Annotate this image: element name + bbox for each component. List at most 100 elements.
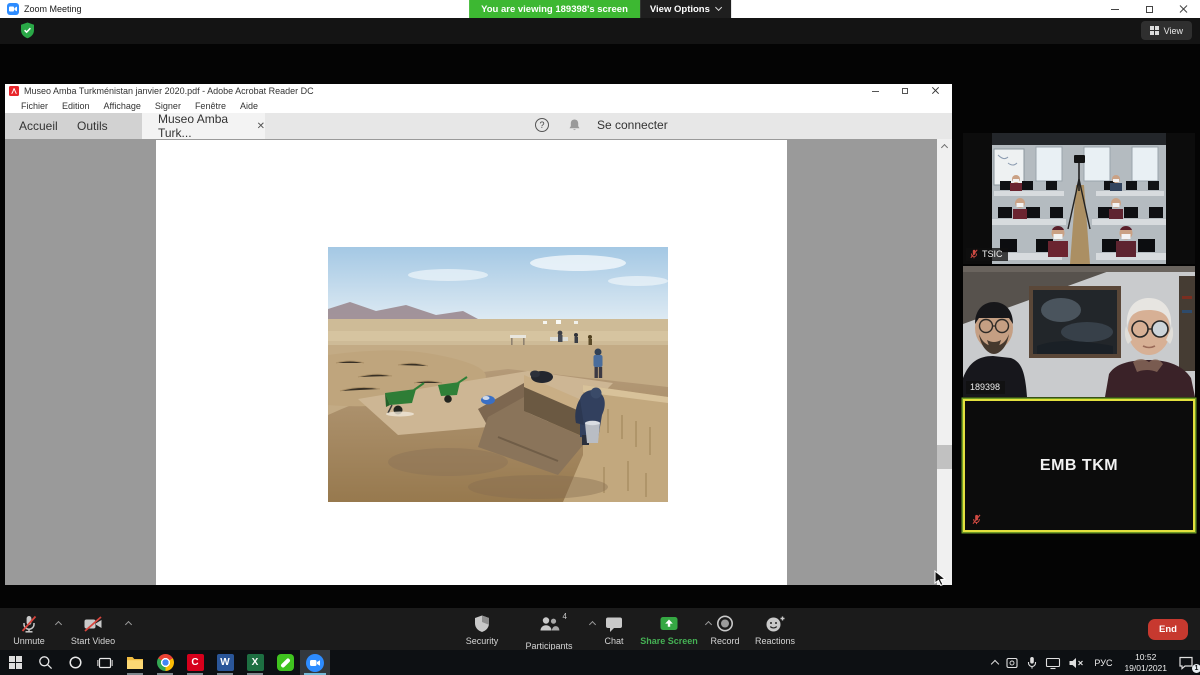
zoom-app-button[interactable]	[300, 650, 330, 675]
tray-date: 19/01/2021	[1124, 663, 1167, 673]
tab-accueil[interactable]: Accueil	[19, 113, 58, 139]
close-icon	[931, 87, 939, 95]
start-button[interactable]	[0, 650, 30, 675]
menu-edition[interactable]: Edition	[55, 101, 97, 111]
meeting-toolbar: Unmute Start Video Security 4 Participan	[0, 608, 1200, 650]
muted-badge	[968, 513, 986, 527]
webcam-video	[963, 266, 1195, 397]
acrobat-close-button[interactable]	[920, 84, 950, 98]
cortana-icon	[68, 655, 83, 670]
restore-icon	[1146, 6, 1153, 13]
word-button[interactable]: W	[210, 650, 240, 675]
chevron-down-icon	[715, 4, 722, 11]
start-video-button[interactable]: Start Video	[64, 613, 122, 646]
line-app-icon	[277, 654, 294, 671]
restore-button[interactable]	[1132, 0, 1166, 18]
c-app-icon: C	[187, 654, 204, 671]
search-button[interactable]	[30, 650, 60, 675]
chat-label: Chat	[604, 636, 623, 646]
tray-display-icon[interactable]	[1043, 650, 1063, 675]
view-options-button[interactable]: View Options	[640, 0, 731, 18]
sign-in-button[interactable]: Se connecter	[597, 118, 668, 132]
record-button[interactable]: Record	[704, 613, 746, 646]
zoom-window-titlebar: Zoom Meeting You are viewing 189398's sc…	[0, 0, 1200, 18]
viewing-screen-banner: You are viewing 189398's screen	[469, 0, 640, 18]
tray-app-icon[interactable]	[1003, 650, 1021, 675]
reactions-button[interactable]: Reactions	[750, 613, 800, 646]
mic-options-caret[interactable]	[55, 621, 62, 628]
tray-time: 10:52	[1135, 652, 1156, 662]
acrobat-titlebar: Museo Amba Turkménistan janvier 2020.pdf…	[5, 84, 952, 98]
notification-count-badge: 1	[1192, 664, 1200, 673]
video-options-caret[interactable]	[125, 621, 132, 628]
scroll-up-icon[interactable]	[940, 144, 947, 151]
help-icon[interactable]: ?	[535, 118, 549, 132]
document-pane[interactable]	[5, 139, 952, 585]
file-explorer-button[interactable]	[120, 650, 150, 675]
menu-fenetre[interactable]: Fenêtre	[188, 101, 233, 111]
excel-button[interactable]: X	[240, 650, 270, 675]
windows-taskbar: C W X РУС 10:52 19/01/2021	[0, 650, 1200, 675]
participants-count: 4	[563, 612, 567, 621]
tab-close-icon[interactable]: ✕	[257, 121, 265, 132]
scrollbar[interactable]	[937, 139, 952, 585]
cortana-button[interactable]	[60, 650, 90, 675]
close-button[interactable]	[1166, 0, 1200, 18]
minimize-button[interactable]	[1098, 0, 1132, 18]
record-label: Record	[710, 636, 739, 646]
clock[interactable]: 10:52 19/01/2021	[1120, 650, 1171, 675]
classroom-video	[992, 133, 1166, 264]
participants-button[interactable]: 4 Participants	[517, 613, 581, 651]
video-off-icon	[82, 613, 104, 635]
participants-icon	[537, 613, 561, 635]
chrome-button[interactable]	[150, 650, 180, 675]
reactions-label: Reactions	[755, 636, 795, 646]
muted-mic-icon	[970, 249, 978, 259]
hidden-icons-chevron[interactable]	[990, 650, 1000, 675]
participant-name-badge: TSIC	[966, 248, 1008, 261]
reactions-smiley-icon	[763, 613, 787, 635]
gallery-view-button[interactable]: View	[1141, 21, 1192, 40]
menu-aide[interactable]: Aide	[233, 101, 265, 111]
c-app-button[interactable]: C	[180, 650, 210, 675]
participant-name: EMB TKM	[1040, 457, 1118, 475]
participant-tile-emb-tkm-active-speaker[interactable]: EMB TKM	[963, 399, 1195, 532]
chat-button[interactable]: Chat	[596, 613, 632, 646]
action-center-button[interactable]: 1	[1174, 650, 1198, 675]
scrollbar-thumb[interactable]	[937, 445, 952, 469]
unmute-button[interactable]: Unmute	[6, 613, 52, 646]
search-icon	[38, 655, 53, 670]
acrobat-document-title: Museo Amba Turkménistan janvier 2020.pdf…	[24, 86, 314, 96]
tab-outils[interactable]: Outils	[77, 113, 108, 139]
participant-name: 189398	[970, 382, 1000, 392]
tray-mic-icon[interactable]	[1024, 650, 1040, 675]
participant-tile-189398[interactable]: 189398	[963, 266, 1195, 397]
menu-fichier[interactable]: Fichier	[14, 101, 55, 111]
acrobat-menubar: Fichier Edition Affichage Signer Fenêtre…	[5, 98, 952, 113]
task-view-button[interactable]	[90, 650, 120, 675]
chat-bubble-icon	[603, 613, 625, 635]
notifications-bell-icon[interactable]	[568, 118, 581, 137]
acrobat-restore-button[interactable]	[890, 84, 920, 98]
menu-affichage[interactable]: Affichage	[97, 101, 148, 111]
participants-caret[interactable]	[589, 621, 596, 628]
meeting-topbar: View	[0, 18, 1200, 44]
meeting-security-shield-icon[interactable]	[20, 22, 35, 44]
grid-icon	[1150, 26, 1159, 35]
tray-volume-muted-icon[interactable]	[1066, 650, 1086, 675]
muted-mic-icon	[972, 514, 981, 525]
acrobat-tabbar: Accueil Outils Museo Amba Turk... ✕ ? Se…	[5, 113, 952, 139]
menu-signer[interactable]: Signer	[148, 101, 188, 111]
line-app-button[interactable]	[270, 650, 300, 675]
language-indicator[interactable]: РУС	[1089, 650, 1117, 675]
zoom-app-logo-icon	[7, 3, 19, 15]
pdf-file-icon	[9, 86, 19, 96]
participant-tile-tsic[interactable]: TSIC	[963, 133, 1195, 264]
end-meeting-button[interactable]: End	[1148, 619, 1188, 640]
close-icon	[1179, 5, 1187, 13]
security-button[interactable]: Security	[458, 613, 506, 646]
security-label: Security	[466, 636, 499, 646]
tab-document[interactable]: Museo Amba Turk... ✕	[142, 113, 265, 139]
share-screen-button[interactable]: Share Screen	[637, 613, 701, 646]
acrobat-minimize-button[interactable]	[860, 84, 890, 98]
